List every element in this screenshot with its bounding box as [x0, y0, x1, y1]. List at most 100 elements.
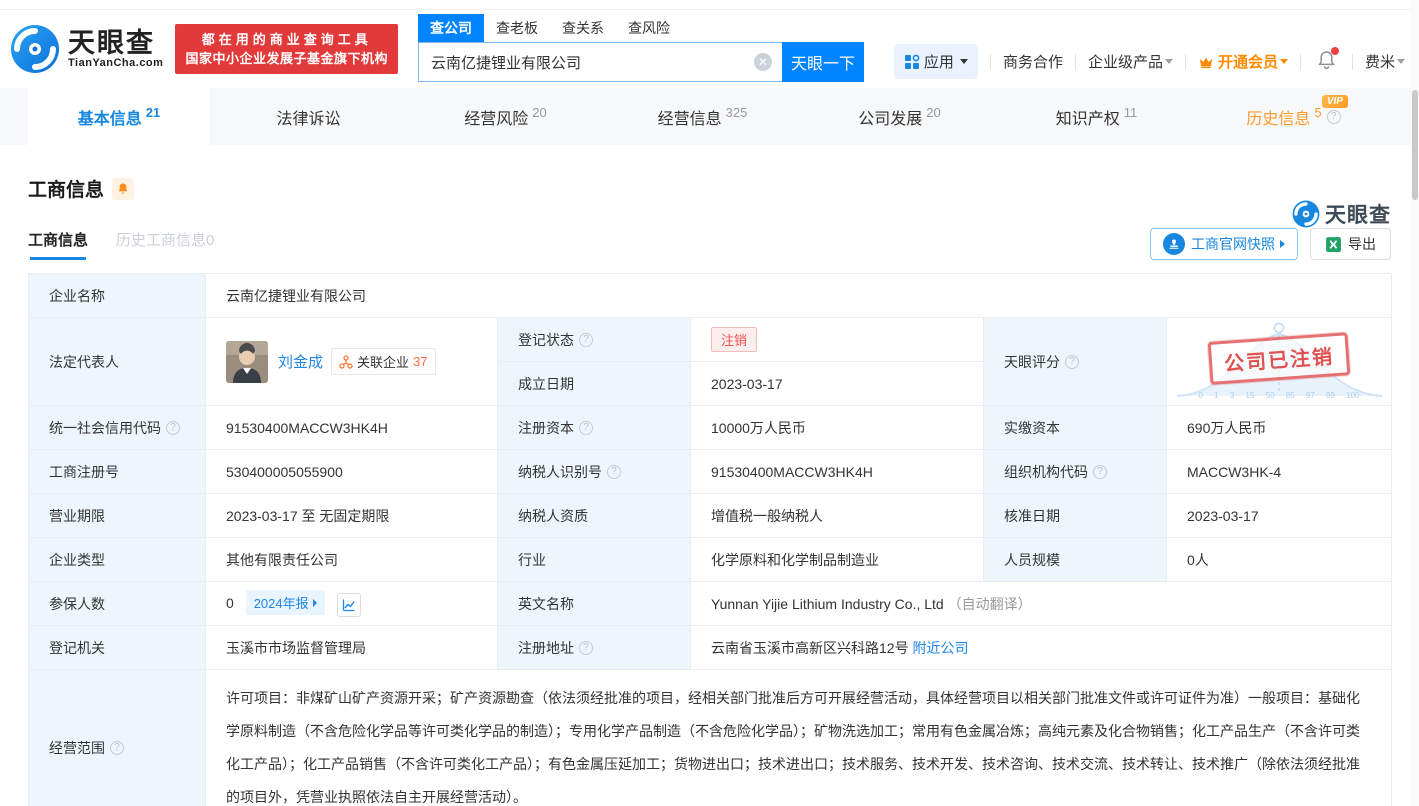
help-icon[interactable]: ?	[1093, 464, 1107, 479]
top-divider	[0, 0, 1419, 10]
reg-address-label: 注册地址?	[497, 625, 691, 670]
username: 费米	[1364, 54, 1395, 71]
apps-grid-icon	[904, 54, 920, 69]
tianyancha-logo[interactable]: 天眼查 TianYanCha.com	[10, 24, 163, 74]
search-tab-relation[interactable]: 查关系	[550, 14, 616, 42]
search-tab-risk[interactable]: 查风险	[616, 14, 682, 42]
enterprise-menu[interactable]: 企业级产品	[1088, 51, 1173, 72]
tab-operating-risk[interactable]: 经营风险 20	[407, 88, 604, 145]
export-button[interactable]: 导出	[1310, 228, 1391, 260]
tab-history-info[interactable]: VIP 历史信息 5 ?	[1195, 88, 1392, 145]
reg-status-label: 登记状态?	[497, 317, 691, 362]
table-row: 工商注册号 530400005055900 纳税人识别号? 91530400MA…	[28, 449, 1392, 494]
nearby-companies-link[interactable]: 附近公司	[912, 640, 968, 656]
help-icon[interactable]: ?	[579, 332, 593, 347]
related-companies-button[interactable]: 关联企业 37	[331, 348, 436, 375]
search-button[interactable]: 天眼一下	[781, 42, 864, 82]
annual-report-label: 2024年报	[253, 596, 309, 612]
page-scrollbar[interactable]	[1411, 0, 1419, 806]
subscribe-bell-button[interactable]	[112, 177, 135, 200]
vip-badge: VIP	[1321, 95, 1348, 108]
help-icon[interactable]: ?	[110, 741, 124, 755]
chevron-down-icon	[1279, 59, 1288, 64]
cooperation-link[interactable]: 商务合作	[1003, 51, 1063, 72]
user-menu[interactable]: 费米	[1365, 51, 1405, 72]
trend-chart-button[interactable]	[336, 592, 361, 617]
business-info-table: 企业名称 云南亿捷锂业有限公司 法定代表人 刘金成 关联企业 37 登记状态 ?…	[28, 273, 1392, 806]
reg-address-cell: 云南省玉溪市高新区兴科路12号 附近公司	[690, 625, 1392, 670]
apps-menu[interactable]: 应用	[893, 44, 978, 79]
search-input[interactable]	[417, 42, 782, 82]
reg-capital-value: 10000万人民币	[690, 405, 984, 450]
scrollbar-thumb[interactable]	[1412, 90, 1418, 200]
notification-bell-button[interactable]	[1317, 46, 1339, 74]
official-snapshot-button[interactable]: 工商官网快照	[1150, 228, 1298, 260]
reg-address-value: 云南省玉溪市高新区兴科路12号	[711, 639, 909, 656]
tab-label: 经营风险	[464, 110, 529, 128]
paid-capital-label: 实缴资本	[983, 405, 1167, 450]
bell-icon	[118, 183, 128, 194]
tab-intellectual-property[interactable]: 知识产权 11	[998, 88, 1195, 145]
tab-count: 5	[1314, 105, 1322, 120]
related-companies-label: 关联企业	[357, 355, 410, 370]
help-icon[interactable]: ?	[1065, 354, 1079, 369]
tab-label: 基本信息	[77, 110, 142, 128]
snapshot-label: 工商官网快照	[1191, 236, 1275, 252]
vip-upgrade-button[interactable]: 开通会员	[1198, 51, 1288, 72]
tab-legal-proceedings[interactable]: 法律诉讼	[210, 88, 407, 145]
help-icon[interactable]: ?	[1326, 109, 1341, 124]
related-companies-count: 37	[413, 354, 428, 369]
subtab-history-business-info[interactable]: 历史工商信息0	[116, 229, 214, 260]
company-cancelled-stamp: 公司已注销	[1207, 331, 1351, 385]
chevron-down-icon	[959, 59, 968, 64]
annual-report-badge[interactable]: 2024年报	[245, 590, 325, 616]
subtab-business-info[interactable]: 工商信息	[28, 229, 88, 260]
tab-count: 11	[1123, 105, 1138, 120]
tab-business-info[interactable]: 经营信息 325	[604, 88, 801, 145]
tab-label: 经营信息	[657, 110, 722, 128]
reg-number-label: 工商注册号	[28, 449, 206, 494]
excel-icon	[1326, 236, 1341, 252]
help-icon[interactable]: ?	[166, 420, 180, 435]
help-icon[interactable]: ?	[607, 464, 621, 479]
table-row: 统一社会信用代码? 91530400MACCW3HK4H 注册资本? 10000…	[28, 405, 1392, 450]
crown-icon	[1199, 57, 1212, 68]
insured-count-cell: 0 2024年报	[205, 581, 498, 626]
status-badge: 注销	[711, 327, 758, 352]
company-nav-tabs: 基本信息 21 法律诉讼 经营风险 20 经营信息 325 公司发展 20 知识…	[0, 88, 1419, 145]
table-row: 经营范围? 许可项目：非煤矿山矿产资源开采；矿产资源勘查（依法须经批准的项目，经…	[28, 669, 1392, 806]
arrow-right-icon	[312, 598, 317, 607]
paid-capital-value: 690万人民币	[1166, 405, 1392, 450]
apps-label: 应用	[923, 54, 954, 71]
search-tab-boss[interactable]: 查老板	[484, 14, 550, 42]
reg-capital-label: 注册资本?	[497, 405, 691, 450]
help-icon[interactable]: ?	[579, 420, 593, 435]
reg-authority-value: 玉溪市市场监督管理局	[205, 625, 498, 670]
reg-number-value: 530400005055900	[205, 449, 498, 494]
search-tab-company[interactable]: 查公司	[417, 14, 484, 42]
industry-value: 化学原料和化学制品制造业	[690, 537, 984, 582]
clear-icon[interactable]: ✕	[753, 53, 772, 71]
taxpayer-id-label: 纳税人识别号?	[497, 449, 691, 494]
score-axis-labels: 0 1 3 15 50 85 97 99 100	[1198, 391, 1360, 400]
reg-authority-label: 登记机关	[28, 625, 206, 670]
taxpayer-id-value: 91530400MACCW3HK4H	[690, 449, 984, 494]
tab-count: 325	[725, 105, 748, 120]
section-title: 工商信息	[28, 180, 105, 201]
chevron-down-icon	[1397, 59, 1405, 64]
legal-rep-photo[interactable]	[226, 340, 268, 383]
org-network-icon	[339, 354, 353, 369]
divider	[1299, 53, 1301, 70]
tyc-score-cell: 0 1 3 15 50 85 97 99 100 公司已注销	[1166, 317, 1392, 406]
company-name-label: 企业名称	[28, 273, 206, 318]
divider	[1074, 53, 1076, 70]
credit-code-label: 统一社会信用代码?	[28, 405, 206, 450]
subtab-row: 工商信息 历史工商信息0 工商官网快照 导出	[28, 228, 1391, 260]
tab-label: 公司发展	[858, 110, 923, 128]
legal-rep-name-link[interactable]: 刘金成	[278, 351, 323, 372]
help-icon[interactable]: ?	[579, 640, 593, 655]
credit-code-value: 91530400MACCW3HK4H	[205, 405, 498, 450]
tyc-score-label: 天眼评分?	[983, 317, 1167, 406]
tab-basic-info[interactable]: 基本信息 21	[28, 88, 210, 145]
tab-company-development[interactable]: 公司发展 20	[801, 88, 998, 145]
